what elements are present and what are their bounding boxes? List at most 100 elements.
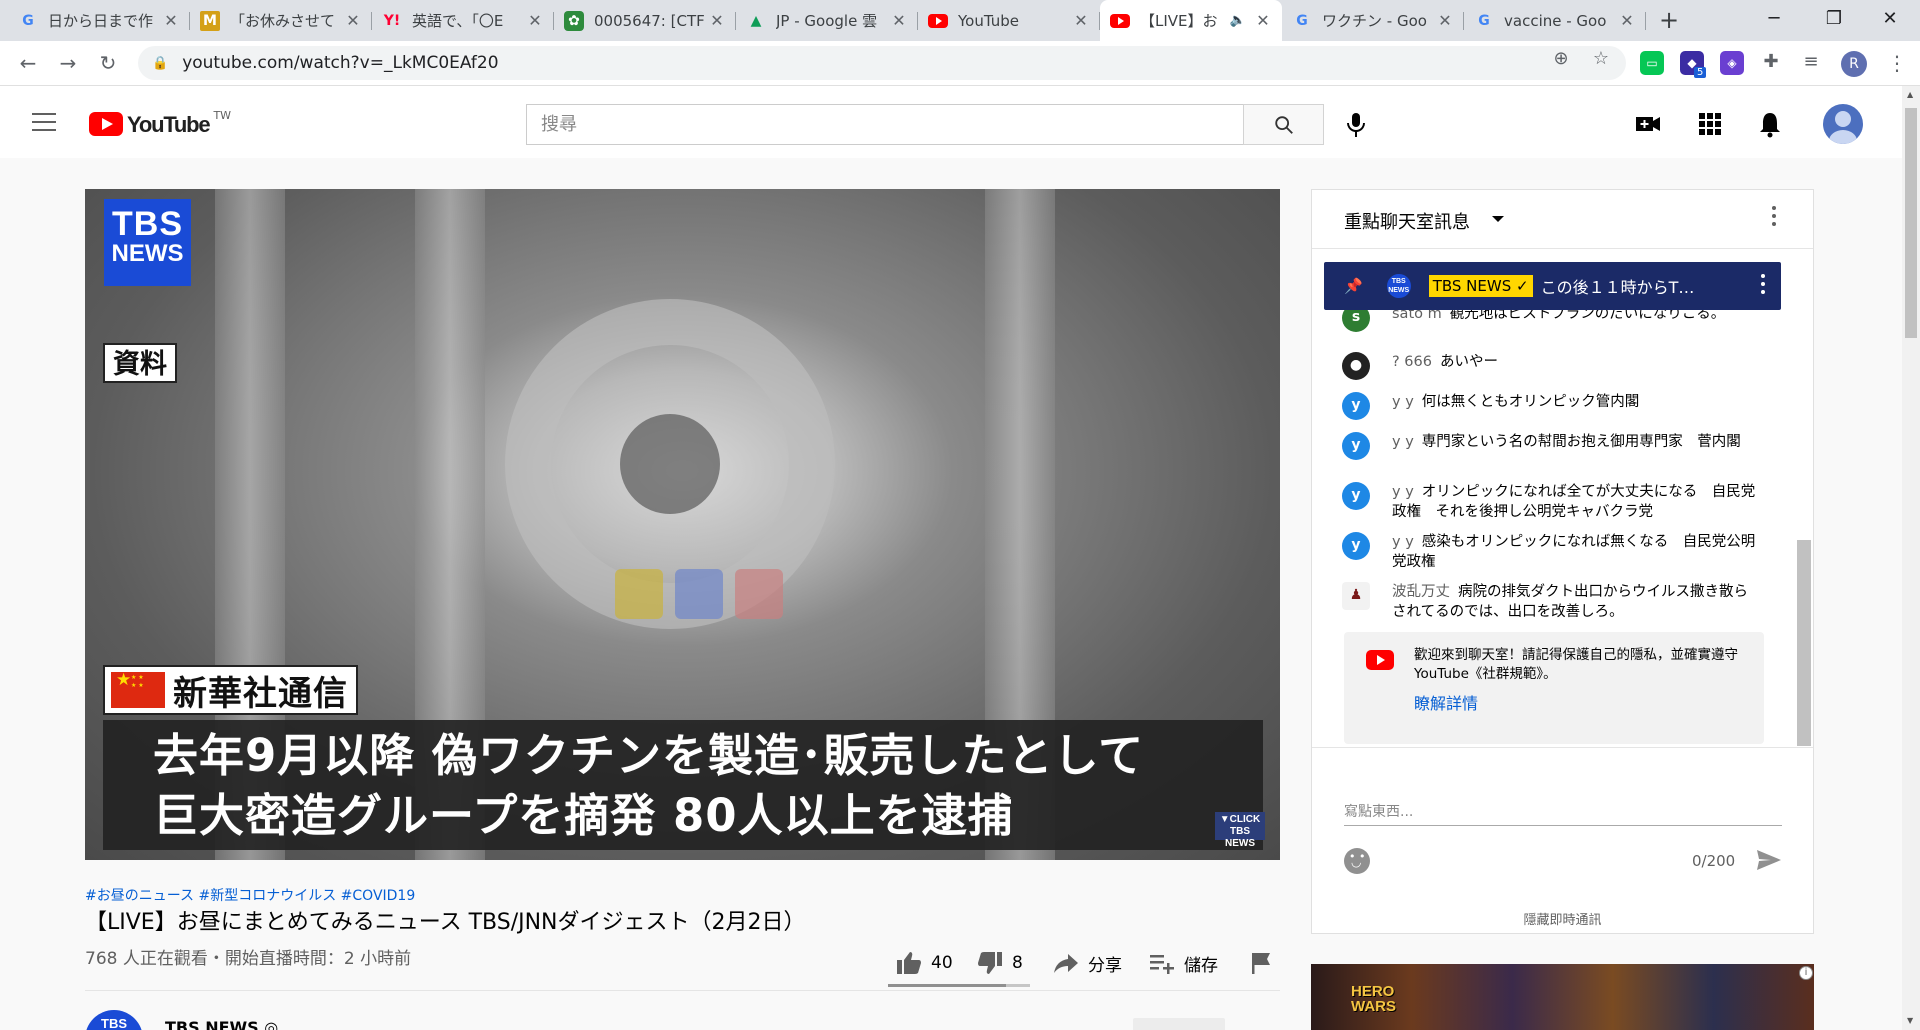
mantis-icon: ✿ (564, 10, 584, 31)
pin-icon: 📌 (1344, 277, 1363, 295)
chat-author: y y (1392, 484, 1414, 500)
dislike-count: 8 (1012, 953, 1023, 973)
chat-welcome-banner: 歡迎來到聊天室！請記得保護自己的隱私，並確實遵守 YouTube《社群規範》。 … (1344, 632, 1764, 744)
close-icon[interactable]: ✕ (890, 11, 908, 30)
page-scrollbar[interactable]: ▲ ▼ (1902, 86, 1920, 1030)
browser-tab[interactable]: G 日から日まで作 ✕ (8, 0, 190, 41)
chevron-down-icon[interactable] (1492, 216, 1504, 222)
chat-mode-selector[interactable]: 重點聊天室訊息 (1344, 208, 1470, 234)
speaker-icon[interactable]: 🔈 (1230, 13, 1246, 28)
video-player[interactable]: TBS NEWS 資料 新華社通信 去年9月以降 偽ワクチンを製造･販売したとし… (85, 189, 1280, 860)
like-ratio-fill (888, 984, 1006, 987)
browser-menu-icon[interactable]: ⋮ (1887, 51, 1907, 75)
chat-message[interactable]: y y y オリンピックになれば全てが大丈夫になる 自民党政権 それを後押し公明党… (1342, 482, 1762, 522)
pinned-message[interactable]: 📌 TBS NEWS TBS NEWS ✓ この後１１時からT… (1324, 262, 1781, 310)
learn-more-link[interactable]: 瞭解詳情 (1414, 694, 1748, 713)
youtube-icon (89, 112, 123, 136)
emoji-icon[interactable] (1344, 848, 1370, 874)
youtube-logo[interactable]: YouTube TW (89, 109, 231, 138)
search-input[interactable] (526, 104, 1243, 145)
close-icon[interactable]: ✕ (1618, 11, 1636, 30)
chat-message[interactable]: y y y 専門家という名の幇間お抱え御用専門家 菅内閣 (1342, 432, 1762, 460)
close-icon[interactable]: ✕ (526, 11, 544, 30)
reload-icon[interactable]: ↻ (94, 49, 122, 77)
browser-tab-active[interactable]: 【LIVE】お 🔈 ✕ (1100, 0, 1282, 41)
chat-author: ? 666 (1392, 354, 1432, 370)
chat-scrollbar[interactable] (1795, 250, 1811, 746)
user-avatar: y (1342, 432, 1370, 460)
scrollbar-thumb[interactable] (1905, 108, 1917, 338)
microphone-icon[interactable] (1344, 111, 1368, 139)
browser-tab[interactable]: G vaccine - Goo ✕ (1464, 0, 1646, 41)
menu-icon[interactable] (32, 113, 56, 131)
close-icon[interactable]: ✕ (162, 11, 180, 30)
forward-icon[interactable]: → (54, 49, 82, 77)
scroll-down-icon[interactable]: ▼ (1907, 1016, 1913, 1025)
back-icon[interactable]: ← (14, 49, 42, 77)
media-control-icon[interactable]: ≡ (1800, 51, 1822, 73)
browser-tab[interactable]: ✿ 0005647: [CTF ✕ (554, 0, 736, 41)
minimize-icon[interactable]: ─ (1744, 0, 1804, 41)
subscribe-button[interactable] (1133, 1018, 1225, 1030)
search-box (526, 104, 1324, 145)
search-icon (1274, 115, 1293, 134)
click-badge[interactable]: ▼CLICK TBS NEWS (1215, 812, 1265, 849)
chat-message[interactable]: y y y 何は無くともオリンピック管内閣 (1342, 392, 1762, 420)
like-button[interactable]: 40 (895, 948, 953, 978)
dislike-button[interactable]: 8 (976, 948, 1023, 978)
browser-tab[interactable]: Y! 英語で、「〇E ✕ (372, 0, 554, 41)
chat-message[interactable]: s sato m 観光地はビストプランのだいになりこる。 (1342, 310, 1762, 332)
send-icon[interactable] (1755, 846, 1783, 874)
puzzle-icon[interactable]: ✚ (1760, 51, 1782, 73)
window-close-icon[interactable]: ✕ (1860, 0, 1920, 41)
user-avatar: s (1342, 310, 1370, 332)
maximize-icon[interactable]: ❐ (1804, 0, 1864, 41)
sidebar-ad[interactable]: HERO WARS i (1311, 964, 1814, 1030)
account-avatar[interactable] (1823, 104, 1863, 144)
close-icon[interactable]: ✕ (344, 11, 362, 30)
close-icon[interactable]: ✕ (1072, 11, 1090, 30)
divider (85, 990, 1280, 991)
source-text: 新華社通信 (173, 673, 348, 714)
youtube-masthead: YouTube TW (0, 86, 1902, 158)
browser-tab[interactable]: G ワクチン - Goo ✕ (1282, 0, 1464, 41)
chat-message[interactable]: ♟ 波乱万丈 病院の排気ダクト出口からウイルス撒き散らされてるのでは、出口を改善し… (1342, 582, 1762, 622)
pinned-text: この後１１時からT… (1540, 278, 1695, 297)
browser-tab[interactable]: YouTube ✕ (918, 0, 1100, 41)
profile-avatar[interactable]: R (1841, 51, 1867, 77)
scroll-up-icon[interactable]: ▲ (1907, 90, 1913, 99)
channel-name[interactable]: TBS NEWS ◎ (165, 1018, 278, 1030)
youtube-icon (1110, 11, 1130, 31)
youtube-icon (928, 11, 948, 31)
ad-info-icon[interactable]: i (1799, 966, 1813, 980)
apps-grid-icon[interactable] (1696, 110, 1724, 138)
bookmark-star-icon[interactable]: ☆ (1590, 48, 1612, 70)
line-extension-icon[interactable]: ▭ (1640, 51, 1664, 75)
video-hashtags[interactable]: #お昼のニュース #新型コロナウイルス #COVID19 (85, 885, 415, 905)
cube-extension-icon[interactable]: ◈ (1720, 51, 1744, 75)
share-button[interactable]: 分享 (1052, 948, 1122, 978)
tab-title: vaccine - Goo (1504, 11, 1607, 30)
report-button[interactable] (1248, 948, 1282, 978)
browser-tab[interactable]: M 「お休みさせて ✕ (190, 0, 372, 41)
chat-message[interactable]: y y y 感染もオリンピックになれば無くなる 自民党公明党政権 (1342, 532, 1762, 572)
close-icon[interactable]: ✕ (708, 11, 726, 30)
more-vert-icon[interactable] (1761, 274, 1781, 298)
close-icon[interactable]: ✕ (1436, 11, 1454, 30)
search-button[interactable] (1243, 104, 1324, 145)
new-tab-button[interactable]: + (1655, 6, 1683, 34)
thumbs-down-icon (978, 952, 1002, 974)
create-video-icon[interactable] (1634, 110, 1662, 138)
save-button[interactable]: 儲存 (1148, 948, 1218, 978)
save-label: 儲存 (1184, 955, 1218, 976)
tab-title: 英語で、「〇E (412, 12, 504, 30)
address-bar[interactable]: 🔒 youtube.com/watch?v=_LkMC0EAf20 (138, 46, 1626, 80)
close-icon[interactable]: ✕ (1254, 11, 1272, 30)
hide-chat-button[interactable]: 隱藏即時通訊 (1312, 909, 1813, 928)
add-icon[interactable]: ⊕ (1550, 48, 1572, 70)
chat-input[interactable] (1344, 798, 1782, 826)
browser-tab[interactable]: ▲ JP - Google 雲 ✕ (736, 0, 918, 41)
notification-bell-icon[interactable] (1756, 110, 1784, 138)
chat-message[interactable]: ● ? 666 あいやー (1342, 352, 1762, 380)
more-vert-icon[interactable] (1772, 206, 1778, 230)
